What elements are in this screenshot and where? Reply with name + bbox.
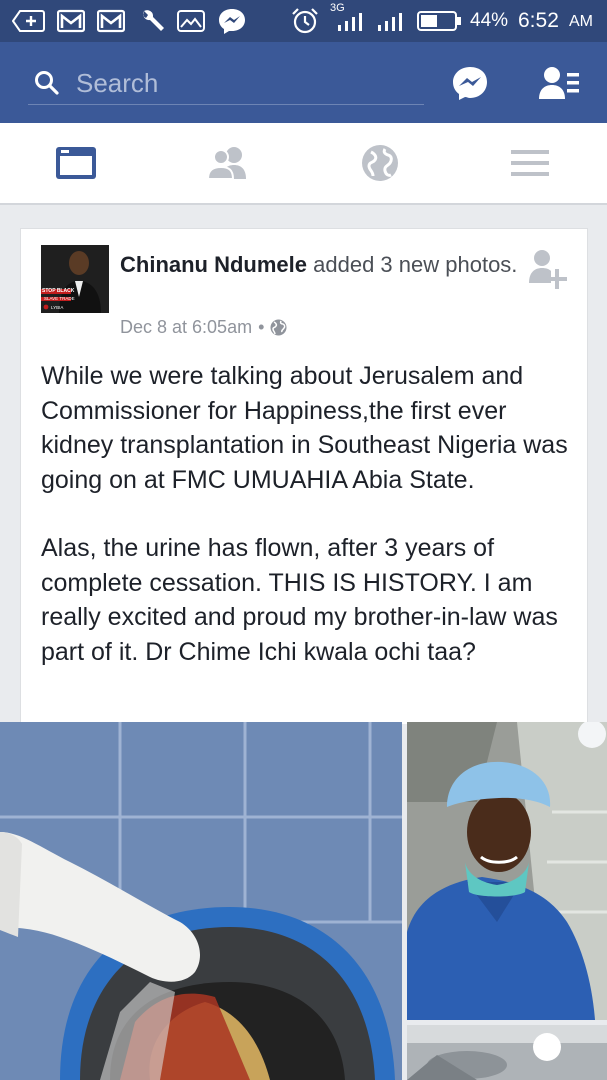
clock-time: 6:52 — [518, 9, 559, 32]
avatar-caption-3: LYBIA — [51, 305, 64, 310]
signal-icon — [336, 8, 366, 34]
alarm-icon — [290, 8, 320, 34]
battery-icon — [417, 8, 463, 34]
tab-menu[interactable] — [500, 141, 560, 185]
messenger-icon — [451, 65, 489, 101]
gmail-icon-2 — [97, 8, 125, 34]
tab-bar — [0, 123, 607, 205]
globe-icon — [361, 144, 399, 182]
friend-list-icon — [539, 65, 581, 101]
post-action: added 3 new photos. — [313, 252, 518, 277]
search-icon — [34, 70, 60, 96]
post-photo-2[interactable] — [407, 722, 607, 1020]
battery-percent: 44% — [470, 10, 509, 31]
post-photo-3[interactable] — [407, 1025, 607, 1080]
post-paragraph-2: Alas, the urine has flown, after 3 years… — [41, 534, 558, 666]
post-timestamp[interactable]: Dec 8 at 6:05am — [120, 317, 252, 338]
search-input[interactable] — [74, 66, 418, 100]
tab-friends[interactable] — [198, 141, 258, 185]
menu-icon — [510, 147, 550, 179]
news-feed-icon — [55, 145, 97, 181]
friend-requests-button[interactable] — [539, 64, 581, 102]
avatar-caption-1: STOP BLACK — [42, 288, 75, 294]
add-friend-icon — [527, 247, 567, 291]
gmail-icon — [57, 8, 85, 34]
signal-icon-2 — [376, 8, 406, 34]
tab-news-feed[interactable] — [46, 141, 106, 185]
post-body: While we were talking about Jerusalem an… — [41, 359, 571, 703]
status-bar: 3G 44% 6:52 AM — [0, 0, 607, 42]
gallery-icon — [176, 8, 206, 34]
avatar-caption-2: SLAVE TRADE — [44, 296, 75, 301]
public-globe-icon — [270, 319, 287, 336]
wrench-icon — [136, 8, 166, 34]
author-name[interactable]: Chinanu Ndumele — [120, 252, 307, 277]
messenger-status-icon — [217, 8, 247, 34]
post-meta: Dec 8 at 6:05am • — [120, 317, 287, 338]
top-header — [0, 42, 607, 123]
meta-separator: • — [258, 317, 265, 337]
post-photo-1[interactable] — [0, 722, 402, 1080]
post-card: STOP BLACK SLAVE TRADE LYBIA Chinanu Ndu… — [20, 228, 588, 724]
tab-notifications[interactable] — [350, 141, 410, 185]
post-paragraph-1: While we were talking about Jerusalem an… — [41, 362, 568, 494]
avatar[interactable]: STOP BLACK SLAVE TRADE LYBIA — [41, 245, 109, 313]
add-friend-button[interactable] — [527, 247, 567, 291]
friends-icon — [206, 146, 250, 180]
add-icon — [12, 8, 46, 34]
post-header-text: Chinanu Ndumele added 3 new photos. — [120, 249, 520, 280]
messenger-button[interactable] — [450, 64, 490, 102]
clock-suffix: AM — [569, 13, 593, 30]
search-bar[interactable] — [28, 60, 424, 105]
